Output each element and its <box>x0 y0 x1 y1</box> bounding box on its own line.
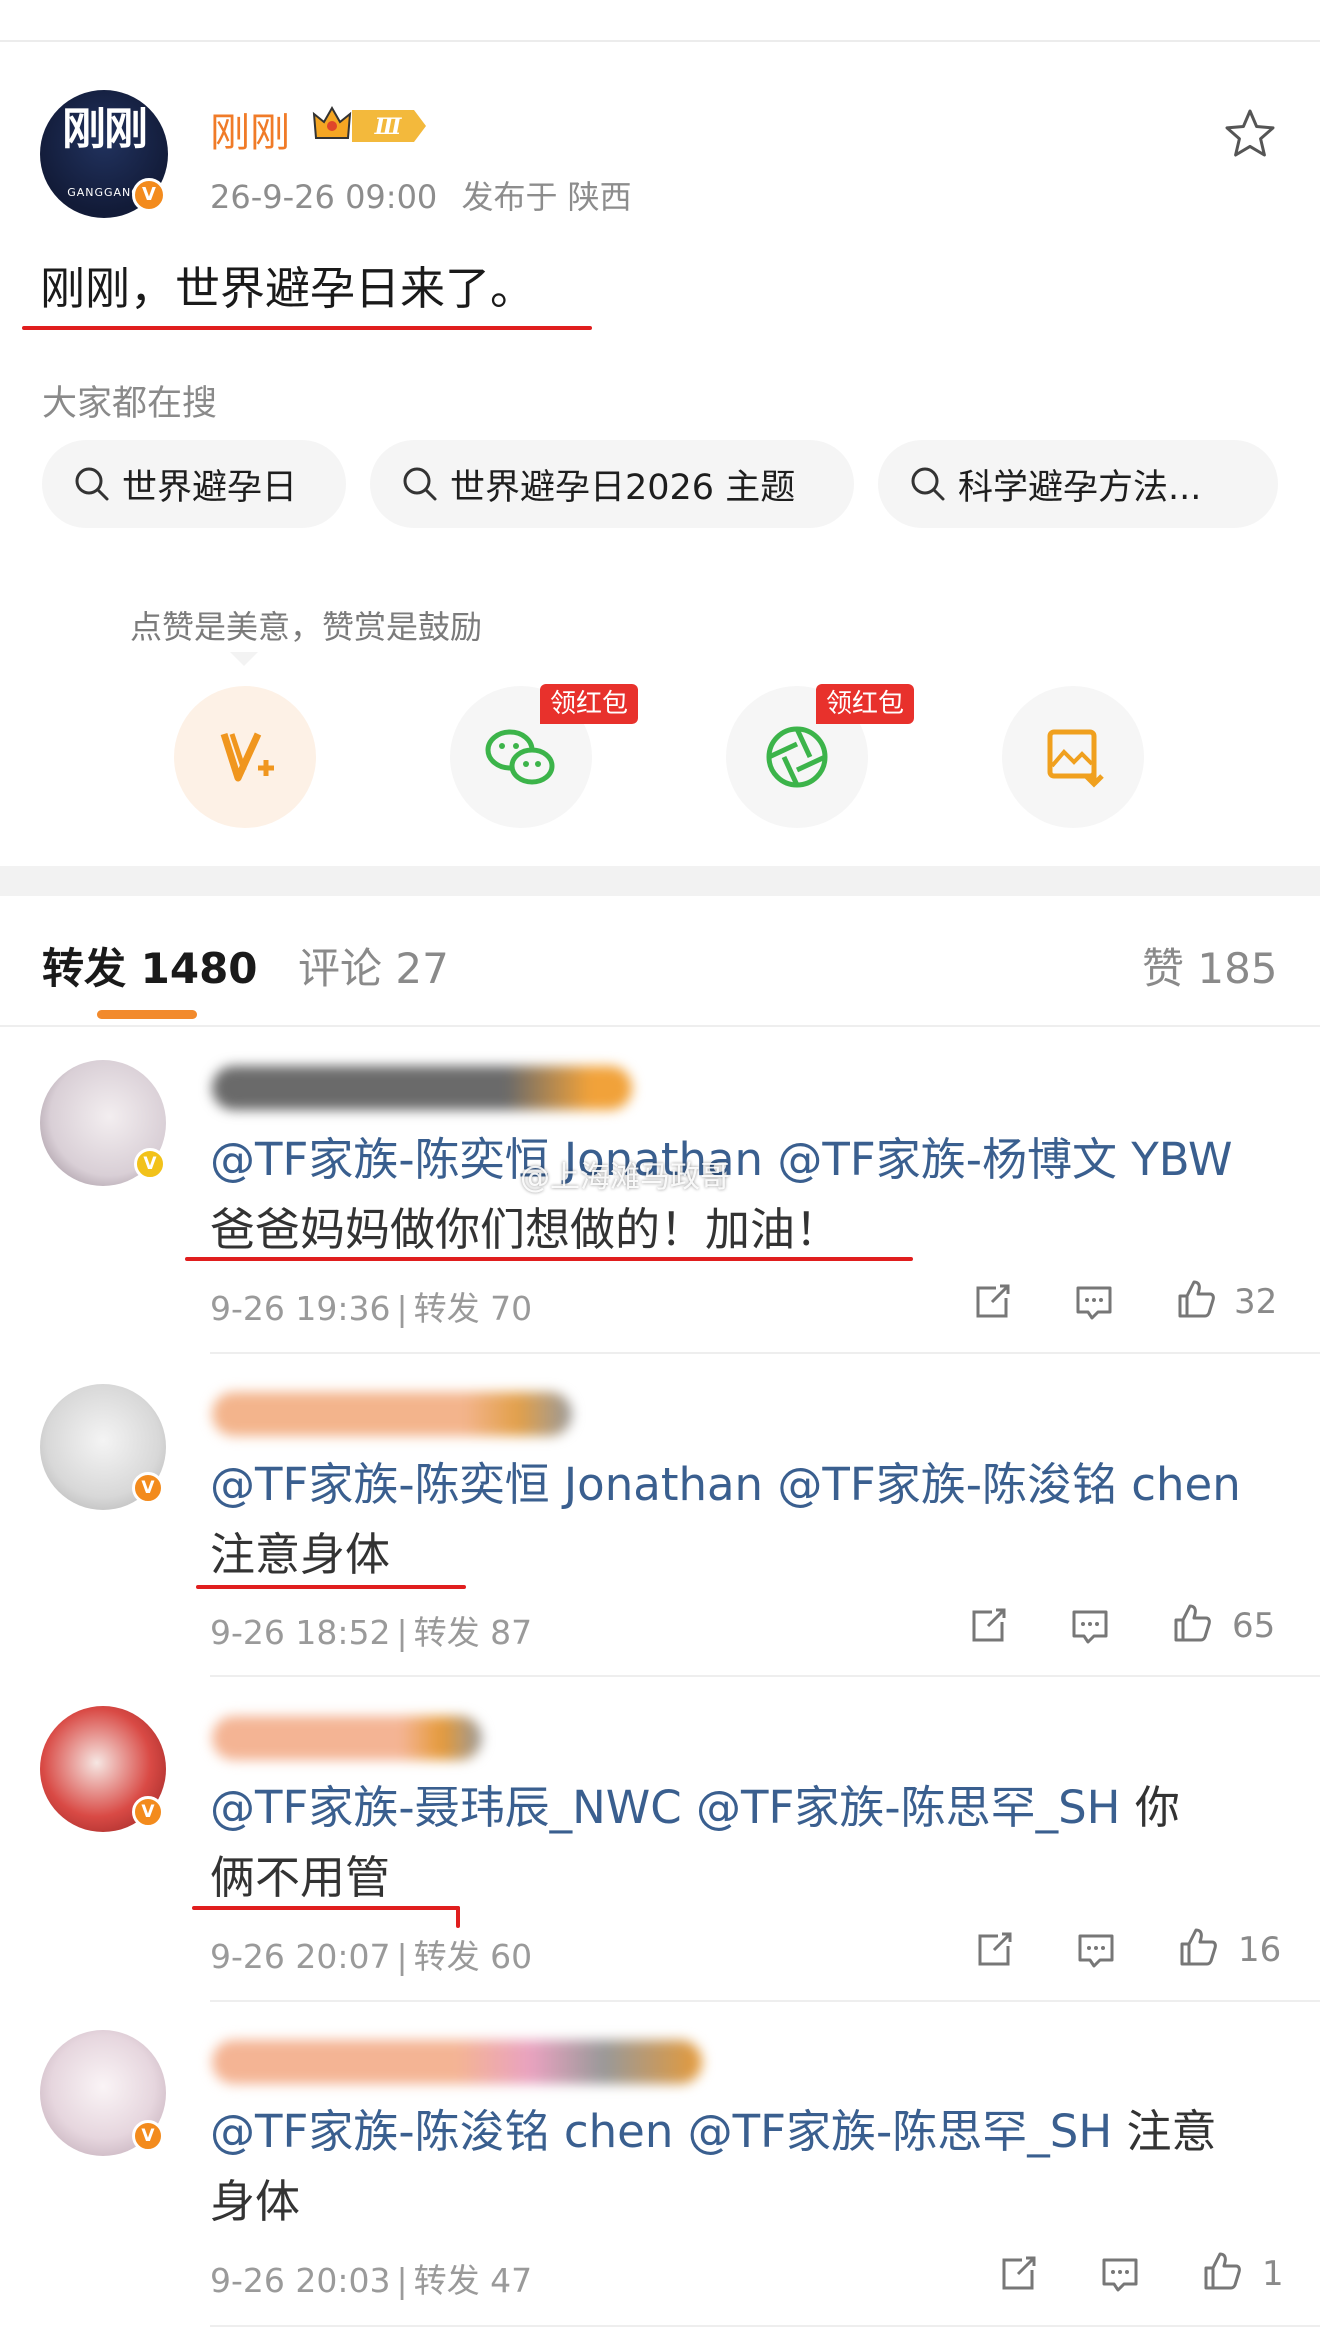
red-underline <box>22 326 592 330</box>
comment-divider <box>210 2000 1320 2002</box>
red-underline <box>185 1257 913 1261</box>
comment-text: @TF家族-陈奕恒 Jonathan @TF家族-杨博文 YBW 爸爸妈妈做你们… <box>210 1125 1290 1265</box>
verified-badge-icon: V <box>132 2120 164 2152</box>
comment-text: @TF家族-聂玮辰_NWC @TF家族-陈思罕_SH 你 俩不用管 <box>210 1773 1290 1913</box>
post-location: 发布于 陕西 <box>461 178 632 216</box>
comment-time: 9-26 19:36 <box>210 1289 391 1328</box>
commenter-name-blurred <box>212 2040 702 2084</box>
post-text: 刚刚，世界避孕日来了。 <box>40 262 536 315</box>
tab-like[interactable]: 赞 185 <box>1142 935 1278 996</box>
member-level-text: Ⅲ <box>374 114 403 140</box>
top-divider <box>0 40 1320 42</box>
comment-body: 身体 <box>210 2175 301 2228</box>
search-icon <box>911 467 945 501</box>
comment-divider <box>210 1352 1320 1354</box>
favorite-star-icon[interactable] <box>1222 106 1278 162</box>
author-name[interactable]: 刚刚 <box>210 100 290 158</box>
verified-badge-icon: V <box>134 1148 166 1180</box>
comment-divider <box>210 1675 1320 1677</box>
repost-icon[interactable] <box>970 1280 1014 1324</box>
comment-meta: 9-26 20:07 | 转发 60 <box>210 1937 533 1976</box>
comment-repost-count: 转发 87 <box>413 1613 533 1652</box>
verified-badge-icon: V <box>132 1796 164 1828</box>
comment-meta: 9-26 18:52 | 转发 87 <box>210 1613 533 1652</box>
red-underline-tick <box>456 1906 460 1928</box>
comment-icon[interactable] <box>1074 1928 1118 1972</box>
comment-time: 9-26 20:07 <box>210 1937 391 1976</box>
comment-icon[interactable] <box>1072 1280 1116 1324</box>
comment-body: 俩不用管 <box>210 1851 391 1904</box>
like-icon[interactable] <box>1170 1602 1214 1646</box>
like-icon[interactable] <box>1176 1926 1220 1970</box>
like-icon[interactable] <box>1174 1278 1218 1322</box>
section-divider <box>0 866 1320 896</box>
repost-icon[interactable] <box>972 1928 1016 1972</box>
comment-icon[interactable] <box>1068 1604 1112 1648</box>
avatar-logo-text: 刚刚 <box>62 104 148 155</box>
search-icon <box>75 467 109 501</box>
comment-time: 9-26 20:03 <box>210 2261 391 2300</box>
search-icon <box>403 467 437 501</box>
tab-comment[interactable]: 评论 27 <box>298 935 449 996</box>
like-icon[interactable] <box>1200 2250 1244 2294</box>
red-packet-tag: 领红包 <box>540 684 639 724</box>
comment-meta: 9-26 19:36 | 转发 70 <box>210 1289 533 1328</box>
red-packet-tag: 领红包 <box>816 684 915 724</box>
like-count: 1 <box>1262 2254 1284 2294</box>
comment-text-tail: 你 <box>1134 1781 1180 1834</box>
comment-meta: 9-26 20:03 | 转发 47 <box>210 2261 533 2300</box>
verified-badge-icon: V <box>132 178 166 212</box>
red-underline <box>192 1906 460 1910</box>
tab-repost[interactable]: 转发 1480 <box>42 935 258 996</box>
comment-mentions[interactable]: @TF家族-陈浚铭 chen @TF家族-陈思罕_SH <box>210 2105 1112 2158</box>
tab-indicator <box>97 1010 197 1019</box>
like-count: 32 <box>1234 1282 1278 1322</box>
comment-divider <box>210 2325 1320 2327</box>
comment-mentions[interactable]: @TF家族-聂玮辰_NWC @TF家族-陈思罕_SH <box>210 1781 1121 1834</box>
commenter-name-blurred <box>212 1716 482 1760</box>
comment-mentions[interactable]: @TF家族-陈奕恒 Jonathan @TF家族-陈浚铭 chen <box>210 1458 1241 1511</box>
comment-repost-count: 转发 47 <box>413 2261 533 2300</box>
like-count: 65 <box>1232 1606 1276 1646</box>
verified-badge-icon: V <box>132 1472 164 1504</box>
trending-search-title: 大家都在搜 <box>42 384 218 424</box>
commenter-name-blurred <box>212 1392 572 1436</box>
search-chip-3[interactable]: 科学避孕方法... <box>878 440 1278 528</box>
post-time: 26-9-26 09:00 <box>210 178 438 216</box>
comment-icon[interactable] <box>1098 2252 1142 2296</box>
comment-body: 爸爸妈妈做你们想做的！加油！ <box>210 1203 841 1256</box>
comment-text: @TF家族-陈浚铭 chen @TF家族-陈思罕_SH 注意 身体 <box>210 2097 1290 2237</box>
tabs-divider <box>0 1025 1320 1027</box>
search-chip-2[interactable]: 世界避孕日2026 主题 <box>370 440 854 528</box>
tip-arrow <box>230 652 258 666</box>
comment-repost-count: 转发 60 <box>413 1937 533 1976</box>
comment-repost-count: 转发 70 <box>413 1289 533 1328</box>
save-image-icon <box>1047 729 1104 788</box>
reward-button[interactable] <box>174 686 316 828</box>
comment-text-tail: 注意 <box>1126 2105 1217 2158</box>
red-underline <box>196 1585 466 1589</box>
search-chip-1[interactable]: 世界避孕日 <box>42 440 346 528</box>
repost-icon[interactable] <box>966 1604 1010 1648</box>
reward-tip: 点赞是美意，赞赏是鼓励 <box>130 608 483 646</box>
search-chip-label: 世界避孕日2026 主题 <box>450 467 796 508</box>
commenter-name-blurred <box>212 1066 632 1110</box>
repost-icon[interactable] <box>996 2252 1040 2296</box>
reward-v-plus-icon <box>220 732 274 782</box>
watermark: @上海滩马政哥 <box>520 1160 730 1195</box>
comment-text: @TF家族-陈奕恒 Jonathan @TF家族-陈浚铭 chen 注意身体 <box>210 1450 1290 1590</box>
comment-time: 9-26 18:52 <box>210 1613 391 1652</box>
like-count: 16 <box>1238 1930 1282 1970</box>
search-chip-label: 世界避孕日 <box>122 467 298 508</box>
post-meta: 26-9-26 09:00 发布于 陕西 <box>210 172 632 218</box>
save-image-button[interactable] <box>1002 686 1144 828</box>
member-level-icon: Ⅲ <box>312 105 426 142</box>
comment-body: 注意身体 <box>210 1528 391 1581</box>
search-chip-label: 科学避孕方法... <box>958 467 1202 508</box>
